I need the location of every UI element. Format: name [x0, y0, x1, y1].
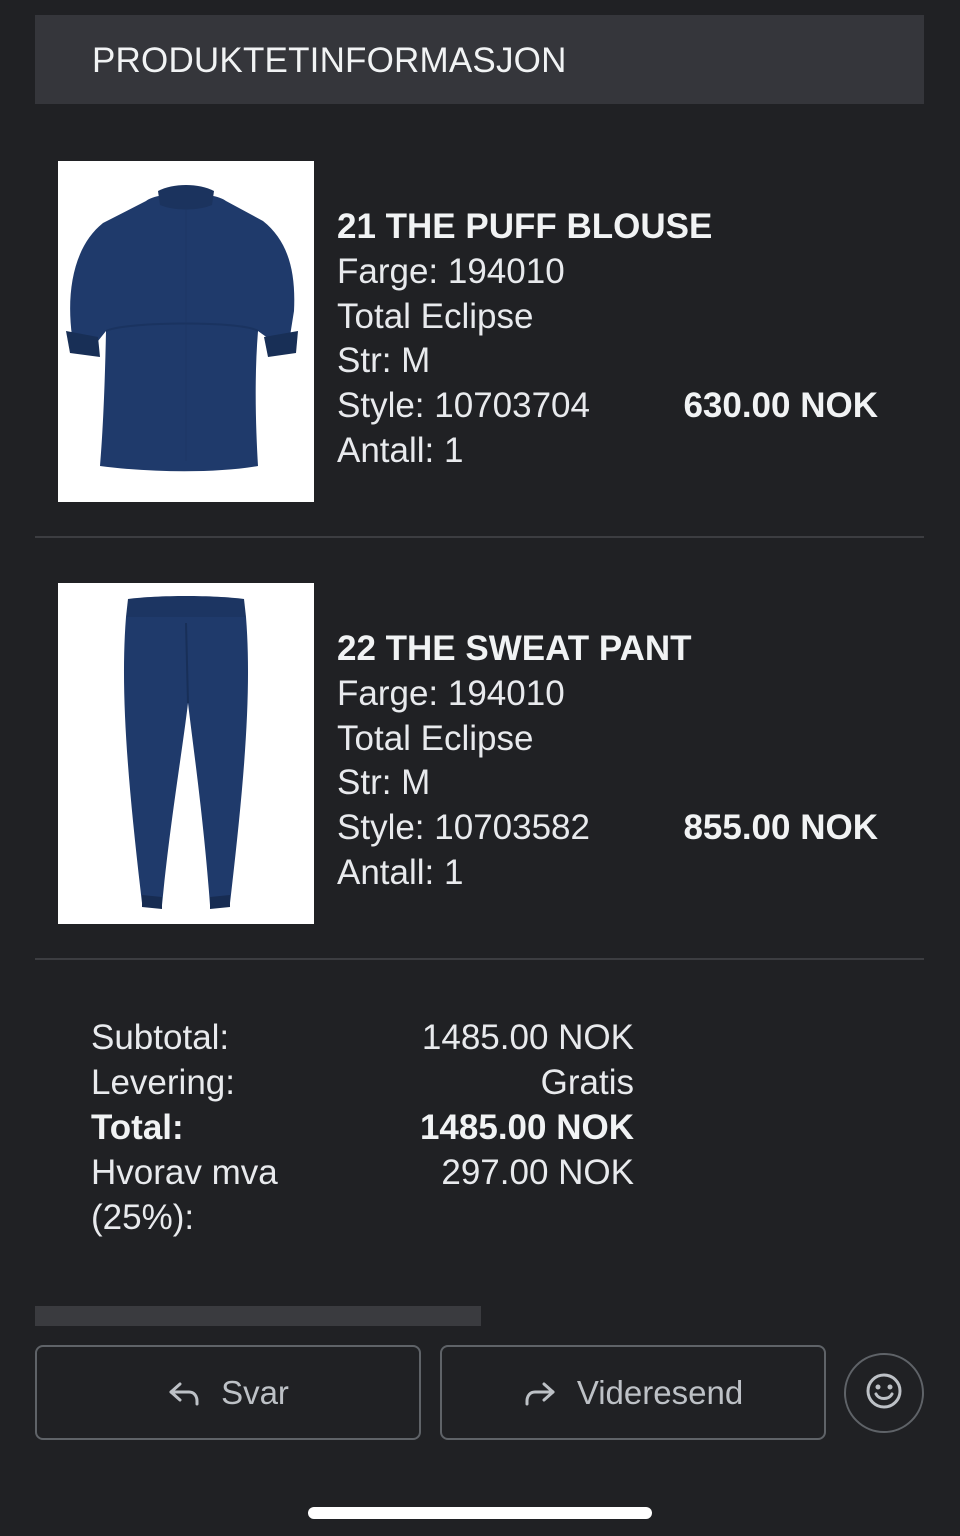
- vat-label-line1: Hvorav mva: [91, 1153, 278, 1192]
- product-color: Farge: 194010: [337, 674, 565, 713]
- vat-value: 297.00 NOK: [441, 1153, 634, 1192]
- smiley-icon: [864, 1371, 904, 1416]
- emoji-reaction-button[interactable]: [844, 1353, 924, 1433]
- total-value: 1485.00 NOK: [419, 1108, 634, 1147]
- subtotal-value: 1485.00 NOK: [421, 1018, 634, 1057]
- reply-button[interactable]: Svar: [35, 1345, 421, 1440]
- forward-arrow-icon: [523, 1376, 557, 1410]
- divider: [35, 958, 924, 960]
- home-indicator[interactable]: [308, 1507, 652, 1519]
- divider: [35, 536, 924, 538]
- header-title: PRODUKTETINFORMASJON: [92, 41, 567, 80]
- forward-button[interactable]: Videresend: [440, 1345, 826, 1440]
- vat-label-line2: (25%):: [91, 1198, 195, 1237]
- product-color-name: Total Eclipse: [337, 297, 534, 336]
- product-quantity: Antall: 1: [337, 431, 464, 470]
- product-price: 855.00 NOK: [683, 808, 878, 847]
- product-color: Farge: 194010: [337, 252, 565, 291]
- pant-image[interactable]: [58, 583, 314, 924]
- blouse-image[interactable]: [58, 161, 314, 502]
- pant-icon: [123, 596, 249, 909]
- product-info-header: PRODUKTETINFORMASJON: [35, 15, 924, 104]
- product-color-name: Total Eclipse: [337, 719, 534, 758]
- product-name[interactable]: 22 THE SWEAT PANT: [337, 629, 692, 669]
- product-style: Style: 10703704: [337, 386, 590, 425]
- total-label: Total:: [91, 1108, 184, 1147]
- product-size: Str: M: [337, 763, 431, 802]
- subtotal-label: Subtotal:: [91, 1018, 230, 1057]
- blouse-icon: [66, 185, 298, 472]
- reply-label: Svar: [221, 1373, 289, 1411]
- delivery-label: Levering:: [91, 1063, 235, 1102]
- delivery-value: Gratis: [540, 1063, 634, 1102]
- product-size: Str: M: [337, 341, 431, 380]
- forward-label: Videresend: [576, 1373, 744, 1411]
- product-name[interactable]: 21 THE PUFF BLOUSE: [337, 207, 712, 247]
- product-style: Style: 10703582: [337, 808, 590, 847]
- horizontal-scrollbar[interactable]: [35, 1306, 481, 1326]
- product-price: 630.00 NOK: [683, 386, 878, 425]
- reply-arrow-icon: [167, 1376, 201, 1410]
- product-quantity: Antall: 1: [337, 853, 464, 892]
